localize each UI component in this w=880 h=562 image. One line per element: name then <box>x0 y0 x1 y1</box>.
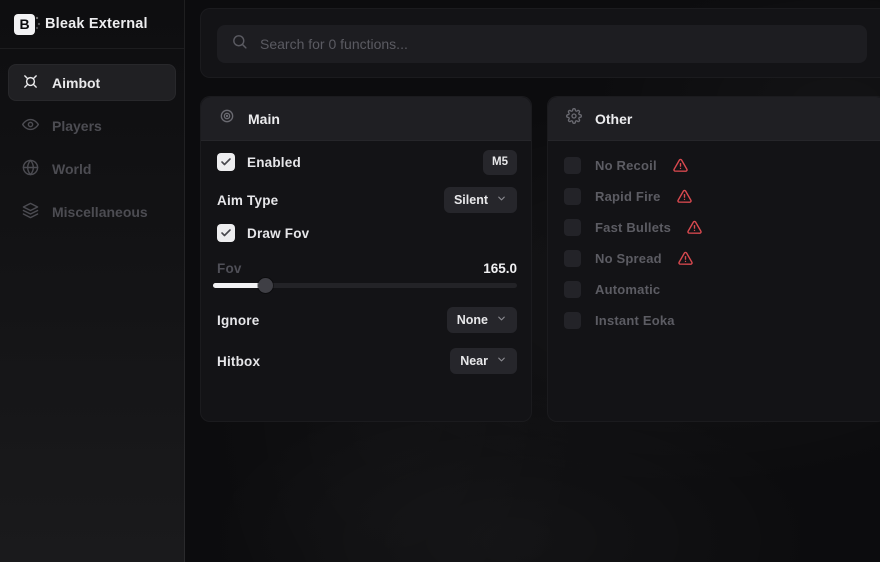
crosshair-icon <box>22 73 39 93</box>
enabled-label: Enabled <box>247 155 301 170</box>
aim-type-row: Aim Type Silent <box>217 187 517 213</box>
ignore-dropdown[interactable]: None <box>447 307 517 333</box>
warning-icon <box>687 220 702 235</box>
fov-slider-fill <box>213 283 265 288</box>
ignore-value: None <box>457 313 488 327</box>
eye-icon <box>22 116 39 136</box>
enabled-row: Enabled M5 <box>217 149 517 175</box>
hitbox-value: Near <box>460 354 488 368</box>
search-panel: Search for 0 functions... <box>200 8 880 78</box>
sidebar-item-label: Miscellaneous <box>52 204 148 220</box>
ignore-row: Ignore None <box>217 307 517 333</box>
gear-icon <box>566 108 582 129</box>
enabled-keybind-button[interactable]: M5 <box>483 150 517 175</box>
sidebar-item-miscellaneous[interactable]: Miscellaneous <box>8 193 176 230</box>
search-icon <box>231 33 248 55</box>
logo-letter: B <box>19 17 29 31</box>
other-panel-header: Other <box>548 97 880 141</box>
sidebar-header: B Bleak External <box>0 0 184 49</box>
search-input[interactable]: Search for 0 functions... <box>217 25 867 63</box>
target-icon <box>219 108 235 129</box>
main-panel-title: Main <box>248 111 280 127</box>
sidebar-item-label: World <box>52 161 91 177</box>
sidebar-item-aimbot[interactable]: Aimbot <box>8 64 176 101</box>
sidebar-item-label: Aimbot <box>52 75 100 91</box>
list-item-rapid-fire: Rapid Fire <box>564 186 866 206</box>
fov-label: Fov <box>217 261 242 276</box>
instant-eoka-checkbox[interactable] <box>564 312 581 329</box>
chevron-down-icon <box>496 313 507 327</box>
hitbox-dropdown[interactable]: Near <box>450 348 517 374</box>
no-spread-label: No Spread <box>595 251 662 266</box>
list-item-no-spread: No Spread <box>564 248 866 268</box>
chevron-down-icon <box>496 193 507 207</box>
draw-fov-row: Draw Fov <box>217 220 517 246</box>
no-recoil-label: No Recoil <box>595 158 657 173</box>
sidebar-item-players[interactable]: Players <box>8 107 176 144</box>
automatic-label: Automatic <box>595 282 660 297</box>
layers-icon <box>22 202 39 222</box>
no-recoil-checkbox[interactable] <box>564 157 581 174</box>
list-item-no-recoil: No Recoil <box>564 155 866 175</box>
warning-icon <box>677 189 692 204</box>
main-panel-header: Main <box>201 97 531 141</box>
hitbox-label: Hitbox <box>217 354 260 369</box>
list-item-instant-eoka: Instant Eoka <box>564 310 866 330</box>
draw-fov-checkbox[interactable] <box>217 224 235 242</box>
other-panel-title: Other <box>595 111 632 127</box>
rapid-fire-label: Rapid Fire <box>595 189 661 204</box>
no-spread-checkbox[interactable] <box>564 250 581 267</box>
other-panel: Other No Recoil Rapid Fire Fast Bullets <box>547 96 880 422</box>
fast-bullets-label: Fast Bullets <box>595 220 671 235</box>
enabled-checkbox[interactable] <box>217 153 235 171</box>
chevron-down-icon <box>496 354 507 368</box>
fov-row: Fov 165.0 <box>217 255 517 281</box>
aim-type-dropdown[interactable]: Silent <box>444 187 517 213</box>
sidebar-item-label: Players <box>52 118 102 134</box>
draw-fov-label: Draw Fov <box>247 226 309 241</box>
fov-value: 165.0 <box>483 261 517 276</box>
globe-icon <box>22 159 39 179</box>
warning-icon <box>678 251 693 266</box>
main-panel: Main Enabled M5 Aim Type Silent Draw Fov… <box>200 96 532 422</box>
sidebar-nav: Aimbot Players World Miscellaneous <box>0 49 184 230</box>
sidebar: B Bleak External Aimbot Players World <box>0 0 185 562</box>
fov-slider[interactable] <box>213 283 517 288</box>
aim-type-label: Aim Type <box>217 193 278 208</box>
app-title: Bleak External <box>45 16 148 32</box>
rapid-fire-checkbox[interactable] <box>564 188 581 205</box>
sidebar-item-world[interactable]: World <box>8 150 176 187</box>
ignore-label: Ignore <box>217 313 259 328</box>
list-item-fast-bullets: Fast Bullets <box>564 217 866 237</box>
search-placeholder: Search for 0 functions... <box>260 36 408 52</box>
fast-bullets-checkbox[interactable] <box>564 219 581 236</box>
aim-type-value: Silent <box>454 193 488 207</box>
fov-slider-thumb[interactable] <box>258 278 273 293</box>
list-item-automatic: Automatic <box>564 279 866 299</box>
warning-icon <box>673 158 688 173</box>
hitbox-row: Hitbox Near <box>217 348 517 374</box>
automatic-checkbox[interactable] <box>564 281 581 298</box>
app-logo: B <box>14 14 35 35</box>
instant-eoka-label: Instant Eoka <box>595 313 675 328</box>
other-options-list: No Recoil Rapid Fire Fast Bullets No Spr… <box>564 155 866 330</box>
